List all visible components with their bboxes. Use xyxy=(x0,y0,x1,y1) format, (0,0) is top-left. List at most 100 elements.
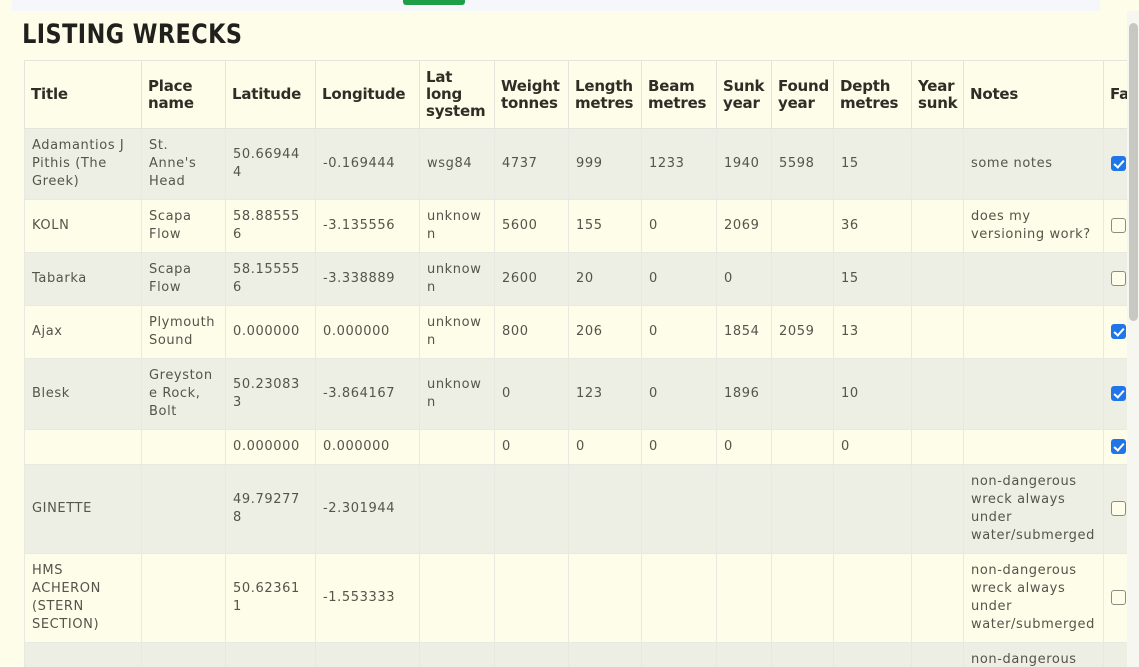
column-header-beam[interactable]: Beam metres xyxy=(641,60,717,129)
favourite-checkbox[interactable] xyxy=(1111,386,1126,401)
table-row[interactable]: HMS ACHERON (STERN SECTION) 50.623611 -1.5… xyxy=(24,553,1127,643)
cell-found xyxy=(771,199,834,253)
cell-lon: -0.169444 xyxy=(315,128,420,200)
column-header-title[interactable]: Title xyxy=(24,60,142,129)
cell-notes xyxy=(963,252,1104,306)
table-row[interactable]: Blesk Greystone Rock, Bolt 50.230833 -3.864… xyxy=(24,358,1127,430)
cell-latlong xyxy=(419,553,495,643)
favourite-cell[interactable] xyxy=(1103,464,1127,554)
cell-title: Adamantios J Pithis (The Greek) xyxy=(24,128,142,200)
cell-lon: -0.321667 xyxy=(315,642,420,667)
table-row[interactable]: Ajax Plymouth Sound 0.000000 0.000000 unknow… xyxy=(24,305,1127,359)
cell-latlong xyxy=(419,642,495,667)
table-row[interactable]: Tabarka Scapa Flow 58.155556 -3.338889 unkno… xyxy=(24,252,1127,306)
cell-length: 20 xyxy=(568,252,642,306)
vertical-scrollbar[interactable] xyxy=(1127,11,1139,667)
column-header-lon[interactable]: Longitude xyxy=(315,60,420,129)
favourite-cell[interactable] xyxy=(1103,305,1127,359)
table-body: Adamantios J Pithis (The Greek) St. Anne'… xyxy=(24,128,1127,667)
column-header-label: Latitude xyxy=(232,85,302,103)
create-button[interactable] xyxy=(403,0,465,5)
cell-beam xyxy=(641,464,717,554)
cell-sunk: 0 xyxy=(716,252,772,306)
column-header-depth[interactable]: Depth metres xyxy=(833,60,912,129)
favourite-cell[interactable] xyxy=(1103,358,1127,430)
cell-beam xyxy=(641,642,717,667)
cell-latlong: unknown xyxy=(419,199,495,253)
cell-weight: 800 xyxy=(494,305,569,359)
favourite-cell[interactable] xyxy=(1103,199,1127,253)
cell-found xyxy=(771,464,834,554)
cell-yearsunk xyxy=(911,128,964,200)
cell-length: 999 xyxy=(568,128,642,200)
favourite-checkbox[interactable] xyxy=(1111,324,1126,339)
favourite-cell[interactable] xyxy=(1103,252,1127,306)
cell-yearsunk xyxy=(911,252,964,306)
favourite-cell[interactable] xyxy=(1103,128,1127,200)
cell-latlong: unknown xyxy=(419,358,495,430)
cell-notes: does my versioning work? xyxy=(963,199,1104,253)
cell-latlong: unknown xyxy=(419,305,495,359)
table-row[interactable]: U 212 (PROBABLY) 50.715278-0.321667 non-da… xyxy=(24,642,1127,667)
column-header-label: Weight tonnes xyxy=(501,76,560,112)
favourite-checkbox[interactable] xyxy=(1111,439,1126,454)
cell-sunk xyxy=(716,553,772,643)
column-header-sunk[interactable]: Sunk year xyxy=(716,60,772,129)
cell-notes xyxy=(963,305,1104,359)
cell-weight xyxy=(494,642,569,667)
favourite-checkbox[interactable] xyxy=(1111,271,1126,286)
column-header-notes[interactable]: Notes xyxy=(963,60,1104,129)
column-header-lat[interactable]: Latitude xyxy=(225,60,316,129)
cell-lat: 50.230833 xyxy=(225,358,316,430)
cell-notes: non-dangerous wreck always under water/s… xyxy=(963,642,1104,667)
vertical-scrollbar-thumb[interactable] xyxy=(1129,23,1138,321)
cell-found: 5598 xyxy=(771,128,834,200)
column-header-label: Notes xyxy=(970,85,1019,103)
column-header-latlong[interactable]: Lat long system xyxy=(419,60,495,129)
favourite-checkbox[interactable] xyxy=(1111,156,1126,171)
cell-length: 0 xyxy=(568,429,642,465)
cell-beam: 0 xyxy=(641,358,717,430)
page-body: Listing wrecks Title Place name Latitude Lo… xyxy=(0,11,1127,667)
column-header-found[interactable]: Found year xyxy=(771,60,834,129)
cell-sunk: 1854 xyxy=(716,305,772,359)
column-header-fav[interactable]: Fav xyxy=(1103,60,1127,129)
favourite-checkbox[interactable] xyxy=(1111,590,1126,605)
cell-notes xyxy=(963,358,1104,430)
cell-lat: 49.792778 xyxy=(225,464,316,554)
cell-yearsunk xyxy=(911,642,964,667)
column-header-label: Fav xyxy=(1110,85,1127,103)
cell-notes: non-dangerous wreck always under water/s… xyxy=(963,464,1104,554)
table-row[interactable]: Adamantios J Pithis (The Greek) St. Anne'… xyxy=(24,128,1127,200)
table-row[interactable]: KOLN Scapa Flow 58.885556 -3.135556 unknown 5… xyxy=(24,199,1127,253)
cell-found: 2059 xyxy=(771,305,834,359)
column-header-weight[interactable]: Weight tonnes xyxy=(494,60,569,129)
table-row[interactable]: GINETTE 49.792778 -2.301944 non-dangerous w… xyxy=(24,464,1127,554)
table-row[interactable]: 0.000000 0.000000 0 0 0 0 0 xyxy=(24,429,1127,465)
favourite-checkbox[interactable] xyxy=(1111,218,1126,233)
column-header-label: Beam metres xyxy=(648,76,707,112)
cell-beam: 0 xyxy=(641,199,717,253)
cell-sunk: 1896 xyxy=(716,358,772,430)
cell-beam xyxy=(641,553,717,643)
favourite-cell[interactable] xyxy=(1103,553,1127,643)
cell-depth xyxy=(833,553,912,643)
column-header-length[interactable]: Length metres xyxy=(568,60,642,129)
cell-weight xyxy=(494,553,569,643)
cell-lon: -2.301944 xyxy=(315,464,420,554)
cell-lat: 50.715278 xyxy=(225,642,316,667)
cell-lat: 50.623611 xyxy=(225,553,316,643)
cell-length xyxy=(568,464,642,554)
cell-title: Blesk xyxy=(24,358,142,430)
cell-yearsunk xyxy=(911,358,964,430)
favourite-cell[interactable] xyxy=(1103,642,1127,667)
column-header-yearsunk[interactable]: Year sunk xyxy=(911,60,964,129)
cell-weight: 0 xyxy=(494,429,569,465)
table-header: Title Place name Latitude Longitude Lat long… xyxy=(24,60,1127,129)
favourite-checkbox[interactable] xyxy=(1111,501,1126,516)
cell-title: KOLN xyxy=(24,199,142,253)
cell-yearsunk xyxy=(911,305,964,359)
column-header-place[interactable]: Place name xyxy=(141,60,226,129)
favourite-cell[interactable] xyxy=(1103,429,1127,465)
cell-lat: 0.000000 xyxy=(225,429,316,465)
